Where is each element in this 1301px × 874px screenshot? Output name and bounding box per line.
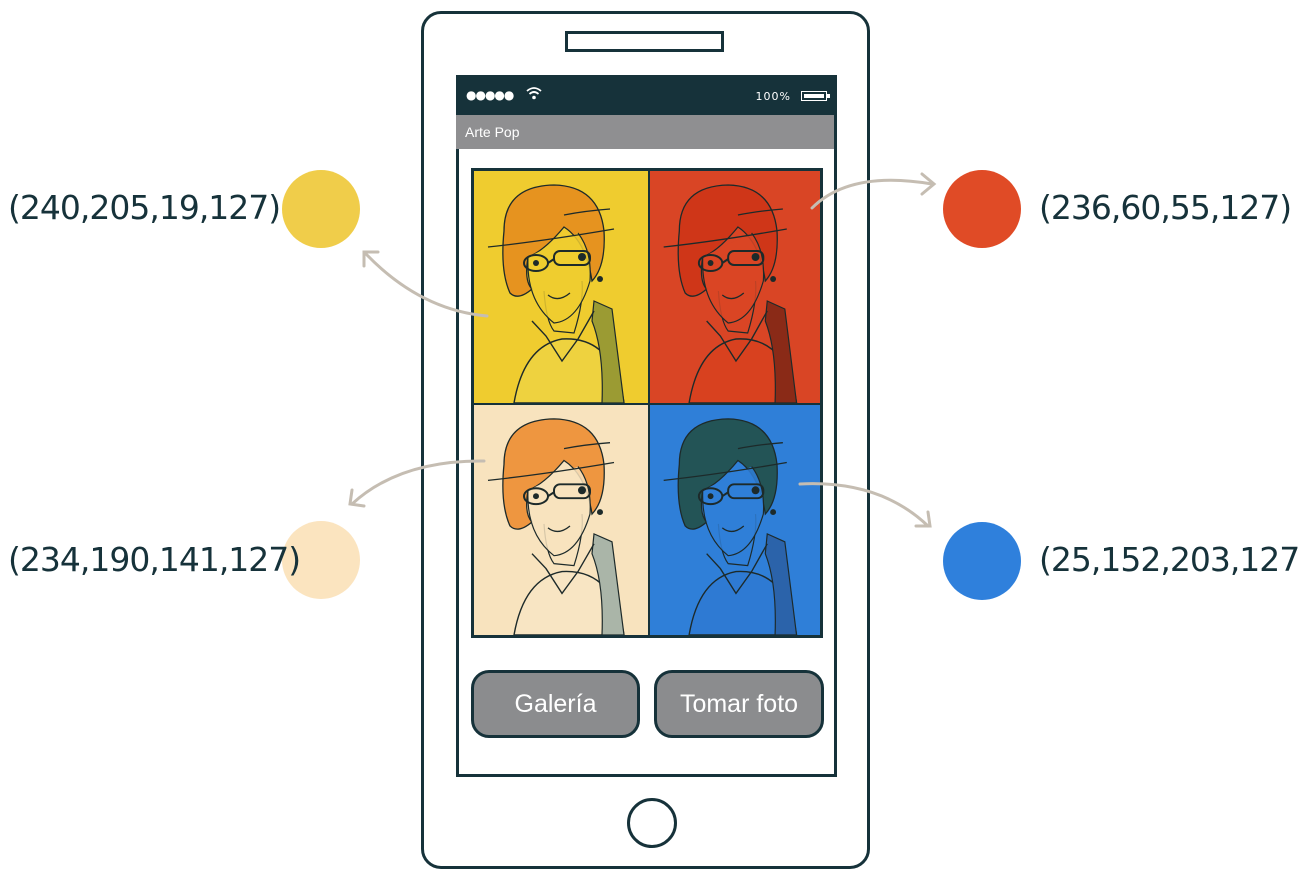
- tile-bottom-right[interactable]: [650, 405, 820, 635]
- app-title: Arte Pop: [465, 124, 520, 140]
- pop-art-grid: [471, 168, 823, 638]
- phone-speaker: [565, 31, 724, 52]
- signal-strength-icon: ●●●●●: [466, 88, 514, 102]
- cream-rgba-label: (234,190,141,127): [8, 540, 301, 579]
- wifi-icon: [526, 87, 542, 100]
- home-button[interactable]: [627, 798, 677, 848]
- gallery-button[interactable]: Galería: [471, 670, 640, 738]
- red-rgba-label: (236,60,55,127): [1039, 188, 1292, 227]
- battery-tip: [827, 94, 830, 98]
- red-swatch: [943, 170, 1021, 248]
- app-header: Arte Pop: [456, 115, 834, 149]
- yellow-swatch: [282, 170, 360, 248]
- portrait-illustration: [474, 405, 648, 635]
- battery-percent: 100%: [755, 90, 791, 103]
- take-photo-button[interactable]: Tomar foto: [654, 670, 824, 738]
- tile-top-left[interactable]: [474, 171, 648, 403]
- tile-bottom-left[interactable]: [474, 405, 648, 635]
- yellow-rgba-label: (240,205,19,127): [8, 188, 281, 227]
- battery-icon: [801, 91, 827, 101]
- portrait-illustration: [650, 405, 820, 635]
- portrait-illustration: [650, 171, 820, 403]
- blue-swatch: [943, 522, 1021, 600]
- blue-rgba-label: (25,152,203,127): [1039, 540, 1301, 579]
- portrait-illustration: [474, 171, 648, 403]
- tile-top-right[interactable]: [650, 171, 820, 403]
- status-bar: ●●●●● 100%: [456, 77, 837, 115]
